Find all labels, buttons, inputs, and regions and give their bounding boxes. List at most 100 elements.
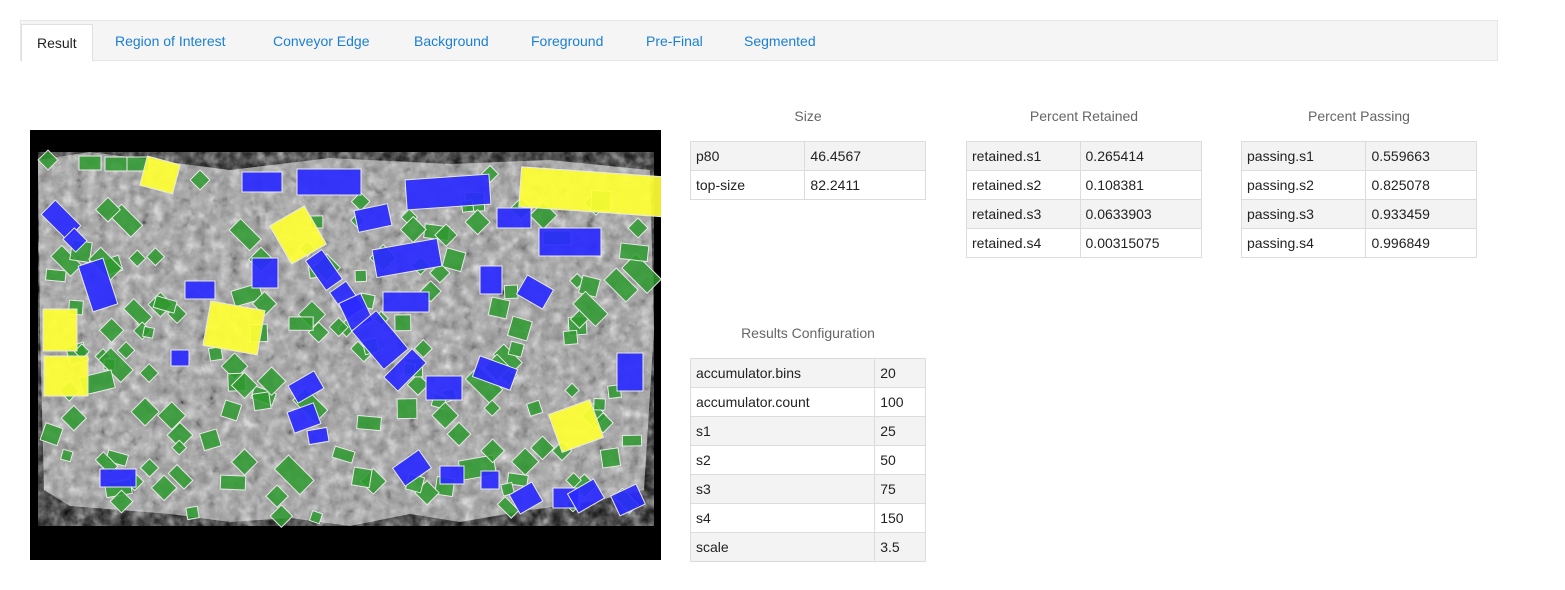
table-row: retained.s1 0.265414 <box>966 141 1203 171</box>
retained-key: retained.s2 <box>966 170 1081 200</box>
particle-small <box>396 398 418 420</box>
tab-background[interactable]: Background <box>414 21 489 61</box>
config-key: accumulator.count <box>689 387 876 417</box>
passing-key: passing.s3 <box>1240 199 1367 229</box>
particle-small <box>394 314 412 332</box>
config-value: 25 <box>874 416 926 446</box>
particle-small <box>593 397 606 411</box>
config-title: Results Configuration <box>741 325 875 341</box>
particle-small <box>350 466 373 489</box>
particle-small <box>59 448 74 463</box>
passing-value: 0.996849 <box>1365 228 1477 258</box>
table-row: s3 75 <box>689 474 926 504</box>
tab-region-of-interest[interactable]: Region of Interest <box>115 21 226 61</box>
passing-table: passing.s1 0.559663 passing.s2 0.825078 pa… <box>1240 141 1477 258</box>
config-key: scale <box>689 532 876 562</box>
particle-small <box>577 274 601 298</box>
particle-small <box>104 156 128 172</box>
size-key: top-size <box>689 170 806 200</box>
table-row: accumulator.bins 20 <box>689 358 926 388</box>
size-value: 46.4567 <box>804 141 926 171</box>
tab-conveyor-edge[interactable]: Conveyor Edge <box>273 21 370 61</box>
particle-small <box>621 434 643 447</box>
passing-key: passing.s1 <box>1240 141 1367 171</box>
table-row: retained.s3 0.0633903 <box>966 199 1203 229</box>
particle-medium <box>382 291 430 313</box>
particle-medium <box>425 375 463 401</box>
config-value: 50 <box>874 445 926 475</box>
particle-small <box>44 268 67 283</box>
particle-medium <box>251 257 279 289</box>
size-table: p80 46.4567 top-size 82.2411 <box>689 141 926 200</box>
table-row: p80 46.4567 <box>689 141 926 171</box>
particle-large <box>42 308 78 352</box>
result-image <box>30 130 661 560</box>
particle-small <box>487 296 511 320</box>
particle-medium <box>241 171 283 193</box>
particle-medium <box>296 168 362 196</box>
particle-medium <box>170 349 190 367</box>
retained-key: retained.s1 <box>966 141 1081 171</box>
particle-medium <box>306 426 330 446</box>
table-row: passing.s2 0.825078 <box>1240 170 1477 200</box>
tab-foreground[interactable]: Foreground <box>531 21 603 61</box>
particle-medium <box>404 173 492 211</box>
passing-key: passing.s2 <box>1240 170 1367 200</box>
table-row: s1 25 <box>689 416 926 446</box>
passing-value: 0.933459 <box>1365 199 1477 229</box>
config-value: 3.5 <box>874 532 926 562</box>
config-key: s2 <box>689 445 876 475</box>
passing-title: Percent Passing <box>1308 108 1410 124</box>
particle-small <box>618 242 650 263</box>
size-value: 82.2411 <box>804 170 926 200</box>
config-key: s1 <box>689 416 876 446</box>
config-value: 75 <box>874 474 926 504</box>
table-row: s2 50 <box>689 445 926 475</box>
particle-medium <box>439 465 465 485</box>
passing-value: 0.825078 <box>1365 170 1477 200</box>
table-row: passing.s3 0.933459 <box>1240 199 1477 229</box>
table-row: accumulator.count 100 <box>689 387 926 417</box>
retained-value: 0.00315075 <box>1079 228 1203 258</box>
tab-result[interactable]: Result <box>21 24 93 62</box>
retained-table: retained.s1 0.265414 retained.s2 0.108381 … <box>966 141 1203 258</box>
table-row: s4 150 <box>689 503 926 533</box>
particle-medium <box>538 227 602 257</box>
particle-small <box>562 329 579 346</box>
config-key: s3 <box>689 474 876 504</box>
particle-small <box>185 505 200 521</box>
particle-large <box>43 355 89 397</box>
particle-small <box>142 325 155 339</box>
passing-value: 0.559663 <box>1365 141 1477 171</box>
retained-value: 0.0633903 <box>1079 199 1203 229</box>
tab-segmented[interactable]: Segmented <box>744 21 816 61</box>
table-row: retained.s4 0.00315075 <box>966 228 1203 258</box>
config-value: 150 <box>874 503 926 533</box>
tab-bar: Result Region of Interest Conveyor Edge … <box>20 20 1498 62</box>
retained-value: 0.108381 <box>1079 170 1203 200</box>
segmentation-overlay <box>30 130 661 560</box>
config-value: 100 <box>874 387 926 417</box>
retained-value: 0.265414 <box>1079 141 1203 171</box>
particle-small <box>78 155 102 171</box>
particle-medium <box>99 468 137 488</box>
tab-pre-final[interactable]: Pre-Final <box>646 21 703 61</box>
config-value: 20 <box>874 358 926 388</box>
config-key: accumulator.bins <box>689 358 876 388</box>
size-title: Size <box>794 108 822 124</box>
particle-medium <box>479 265 503 295</box>
table-row: top-size 82.2411 <box>689 170 926 200</box>
particle-medium <box>184 280 216 300</box>
particle-large <box>202 300 266 356</box>
particle-small <box>503 284 519 300</box>
particle-medium <box>496 207 532 229</box>
particle-small <box>599 447 622 469</box>
retained-key: retained.s3 <box>966 199 1081 229</box>
particle-medium <box>616 352 644 392</box>
table-row: passing.s1 0.559663 <box>1240 141 1477 171</box>
particle-small <box>354 269 368 283</box>
particle-small <box>288 316 314 331</box>
passing-key: passing.s4 <box>1240 228 1367 258</box>
table-row: retained.s2 0.108381 <box>966 170 1203 200</box>
table-row: scale 3.5 <box>689 532 926 562</box>
